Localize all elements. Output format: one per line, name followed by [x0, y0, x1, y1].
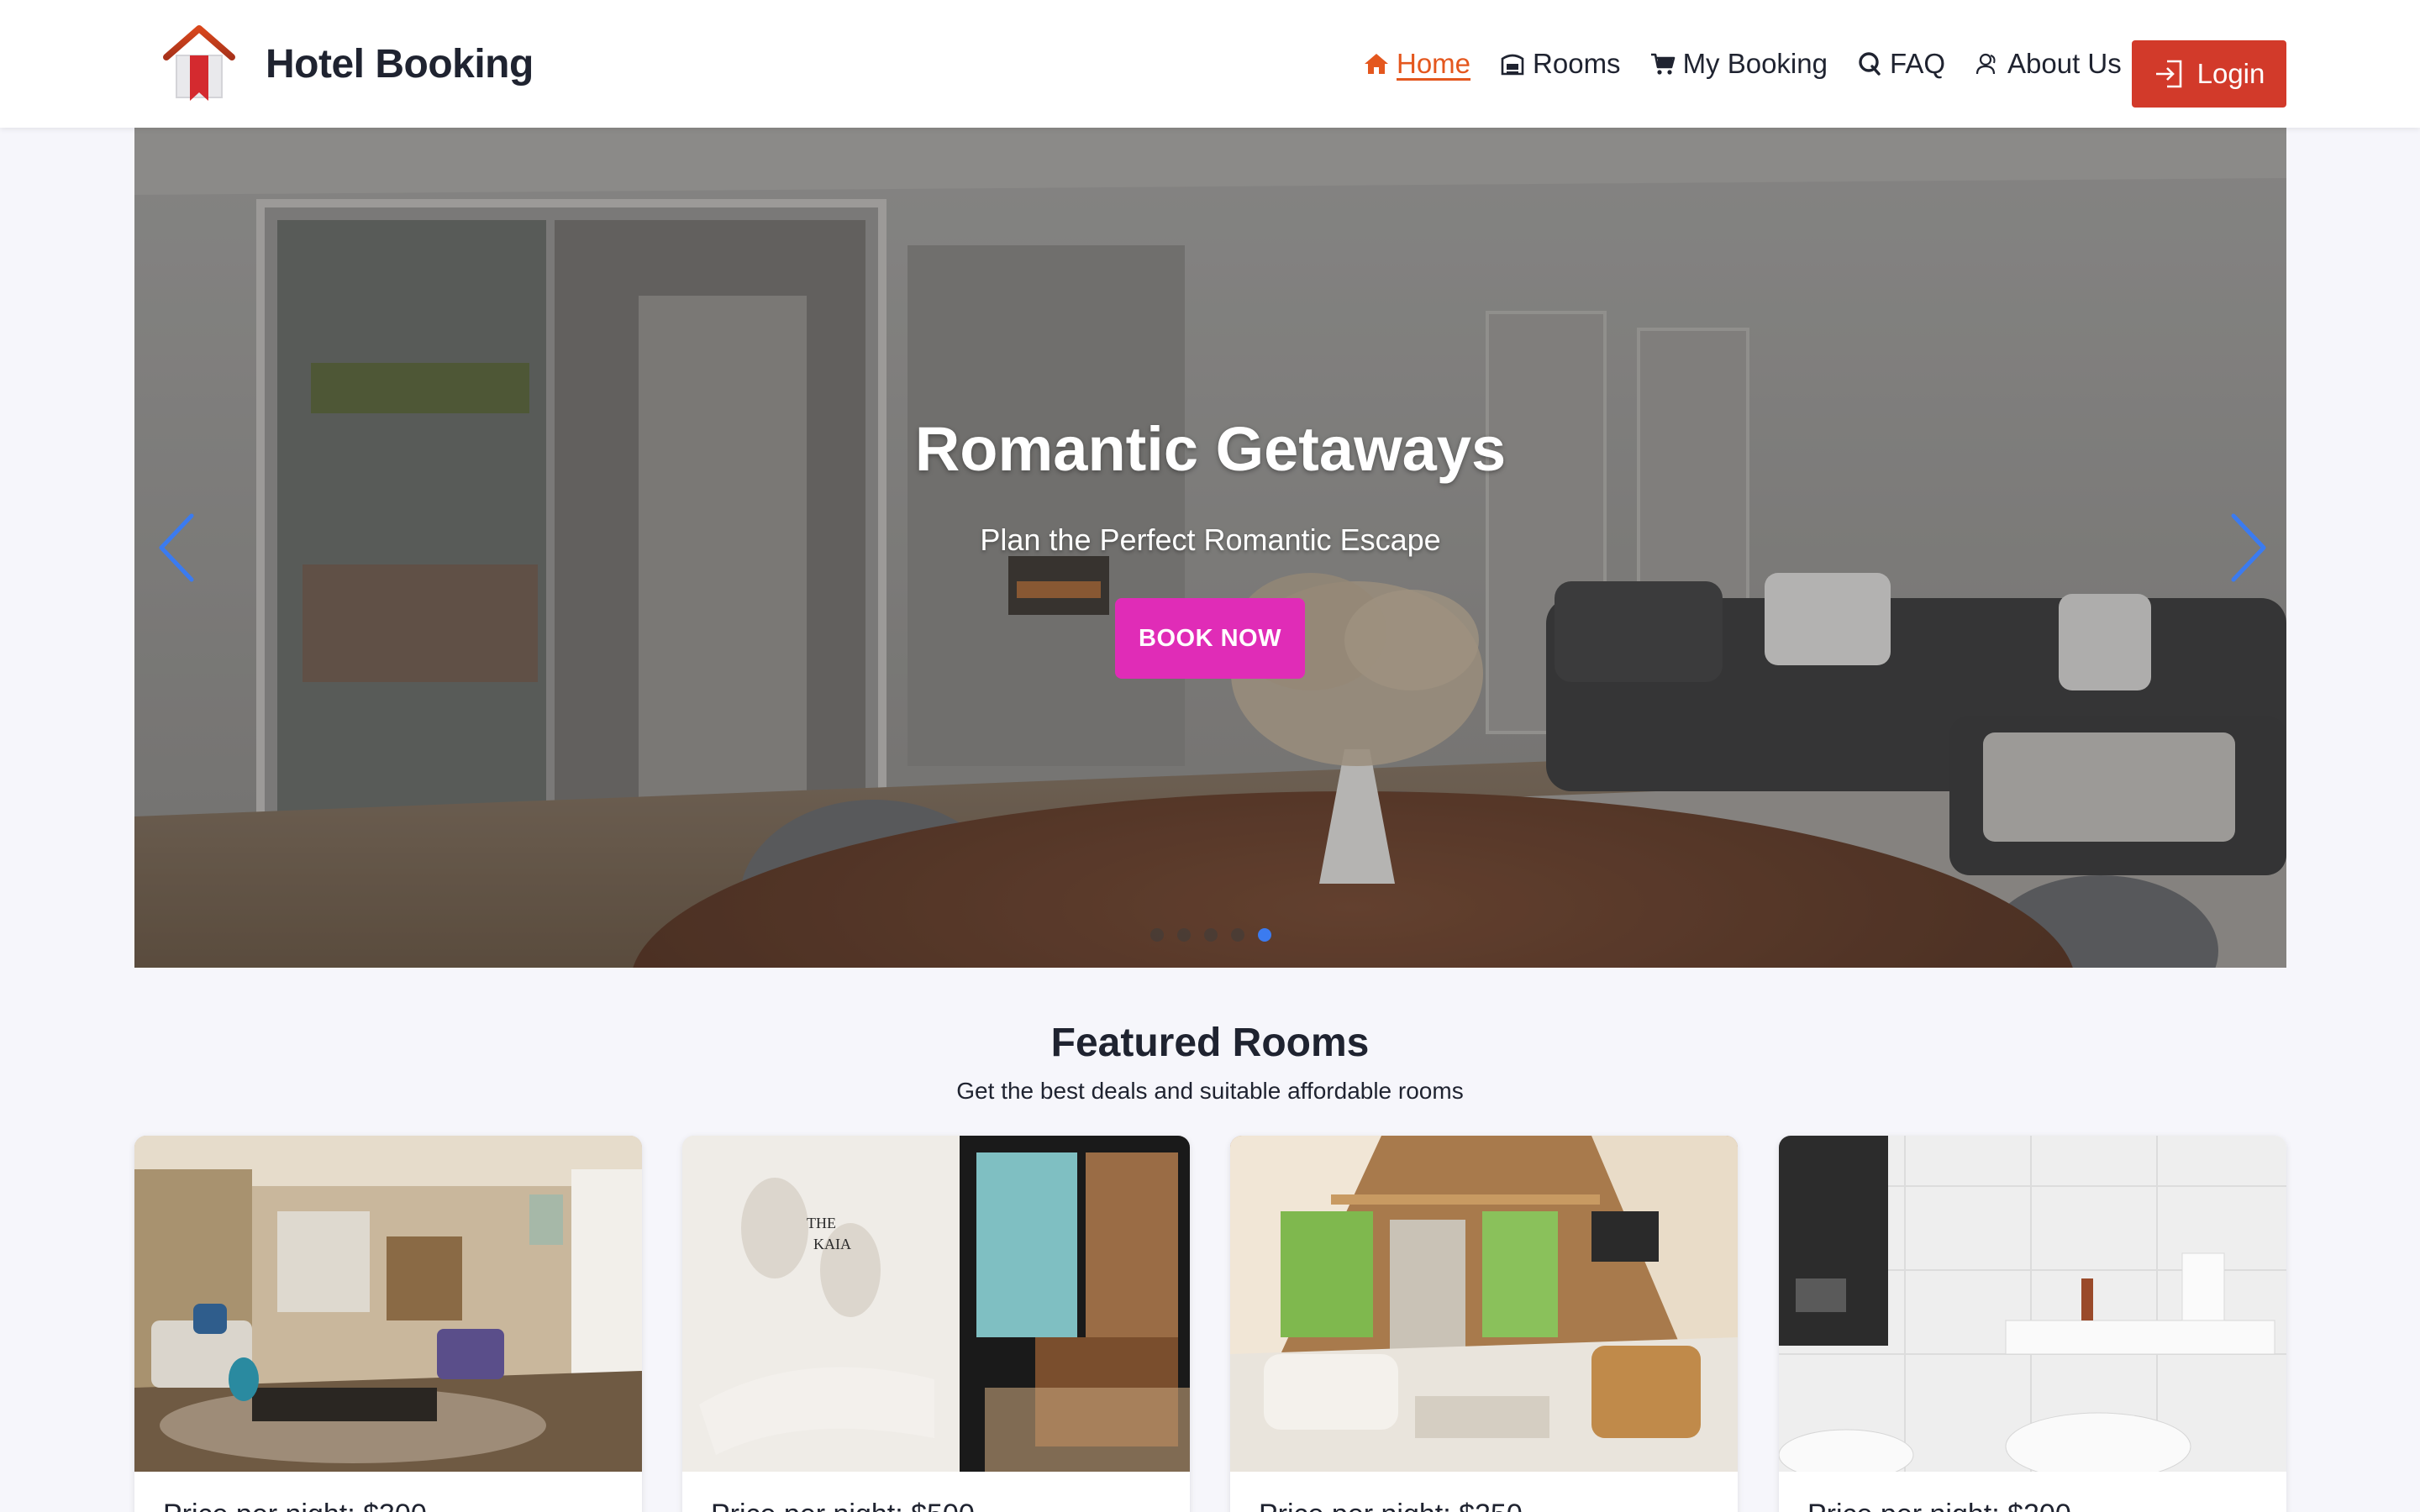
nav-my-booking[interactable]: My Booking: [1649, 48, 1828, 80]
nav-label-my-booking: My Booking: [1682, 48, 1828, 79]
carousel-dot-2[interactable]: [1177, 928, 1191, 942]
brand-title: Hotel Booking: [266, 41, 534, 87]
room-card[interactable]: Price per night: $250: [1230, 1136, 1738, 1512]
hotel-house-bookmark-icon: [163, 25, 235, 101]
room-card[interactable]: THE KAIA Price per night: $500: [682, 1136, 1190, 1512]
room-price: Price per night: $500: [711, 1499, 975, 1512]
main-nav: Home Rooms My Booking FAQ About Us: [1363, 0, 2122, 128]
room-price: Price per night: $250: [1259, 1499, 1523, 1512]
carousel-dot-1[interactable]: [1150, 928, 1164, 942]
room-card[interactable]: Price per night: $200: [1779, 1136, 2286, 1512]
book-now-button[interactable]: BOOK NOW: [1115, 598, 1305, 679]
featured-room-cards: Price per night: $300 THE KAIA Price per…: [134, 1136, 2286, 1512]
carousel-indicators: [1150, 928, 1271, 942]
cart-icon: [1650, 53, 1675, 75]
nav-faq[interactable]: FAQ: [1856, 48, 1945, 80]
nav-label-rooms: Rooms: [1533, 48, 1621, 79]
carousel-dot-4[interactable]: [1231, 928, 1244, 942]
room-photo-bathroom: [1779, 1136, 2286, 1472]
login-button[interactable]: Login: [2132, 40, 2286, 108]
nav-label-home: Home: [1397, 48, 1471, 79]
nav-label-faq: FAQ: [1889, 48, 1946, 79]
room-photo-cabin: [1230, 1136, 1738, 1472]
room-price: Price per night: $300: [163, 1499, 427, 1512]
carousel-next-arrow-icon[interactable]: [2223, 506, 2274, 590]
login-icon: [2155, 60, 2181, 88]
hero-title: Romantic Getaways: [914, 414, 1507, 484]
featured-subtitle: Get the best deals and suitable affordab…: [956, 1078, 1464, 1104]
carousel-dot-5[interactable]: [1258, 928, 1271, 942]
nav-rooms[interactable]: Rooms: [1499, 48, 1621, 80]
carousel-prev-arrow-icon[interactable]: [151, 506, 202, 590]
brand[interactable]: Hotel Booking: [161, 22, 534, 106]
nav-home[interactable]: Home: [1363, 48, 1470, 80]
home-icon: [1365, 54, 1388, 74]
svg-text:THE: THE: [807, 1215, 836, 1231]
nav-about-us[interactable]: About Us: [1974, 48, 2122, 80]
room-price: Price per night: $200: [1807, 1499, 2071, 1512]
featured-title: Featured Rooms: [1050, 1021, 1370, 1065]
users-icon: [1975, 53, 1996, 75]
question-icon: [1859, 52, 1881, 76]
carousel-dot-3[interactable]: [1204, 928, 1218, 942]
bed-icon: [1501, 54, 1524, 76]
nav-label-about-us: About Us: [2007, 48, 2122, 79]
site-header: Hotel Booking Home Rooms My Booking FAQ …: [0, 0, 2420, 128]
room-card[interactable]: Price per night: $300: [134, 1136, 642, 1512]
hero-subtitle: Plan the Perfect Romantic Escape: [980, 522, 1441, 557]
svg-text:KAIA: KAIA: [813, 1236, 851, 1252]
room-photo-white-lounge: THE KAIA: [682, 1136, 1190, 1472]
login-label: Login: [2196, 58, 2265, 89]
hero-carousel: Romantic Getaways Plan the Perfect Roman…: [134, 128, 2286, 968]
room-photo-living-room: [134, 1136, 642, 1472]
